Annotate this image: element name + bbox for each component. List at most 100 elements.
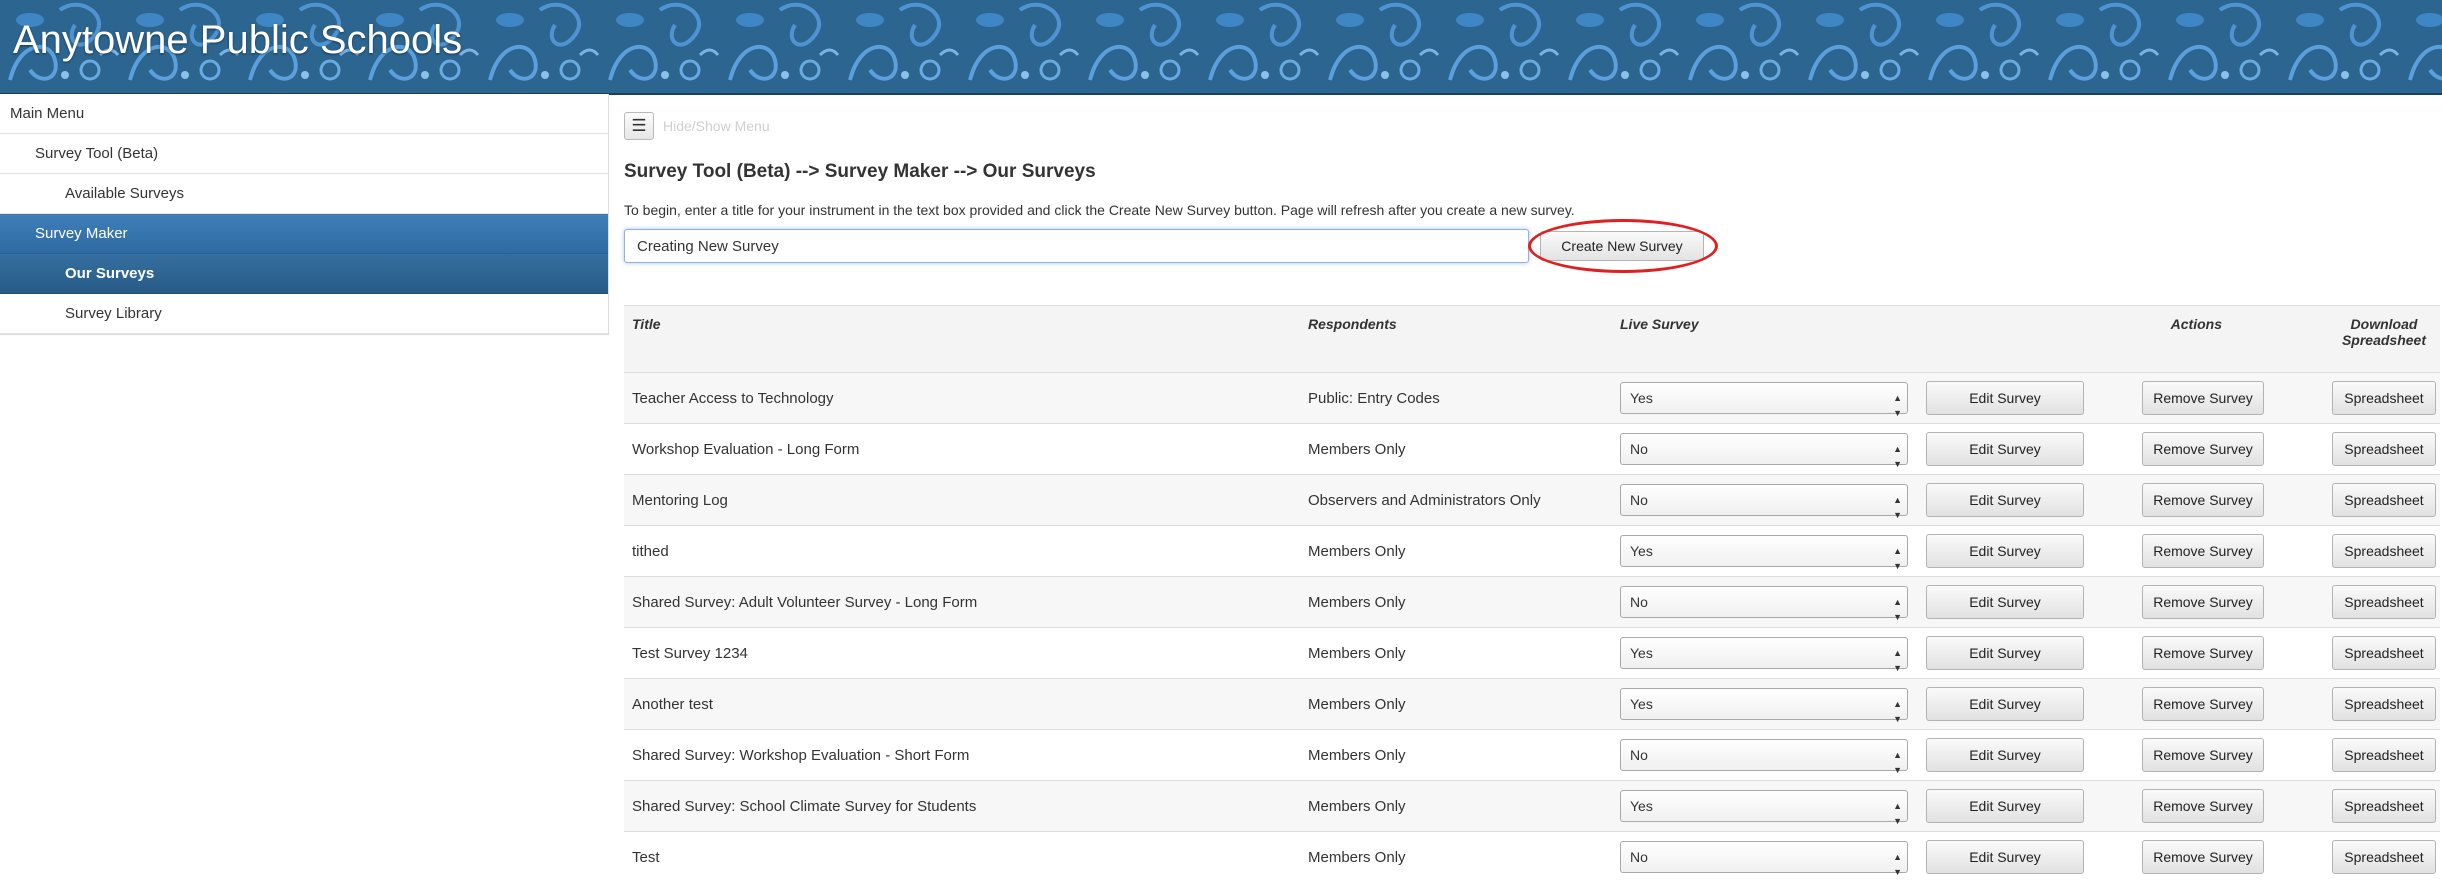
live-survey-select[interactable]: Yes ▲ ▼ [1620,688,1908,724]
spreadsheet-button[interactable]: Spreadsheet [2332,534,2436,568]
live-survey-cell: No ▲ ▼ [1612,474,1918,526]
respondents-cell: Members Only [1300,678,1612,730]
respondents-cell: Members Only [1300,831,1612,883]
respondents-cell: Members Only [1300,576,1612,628]
survey-title-cell: Shared Survey: Adult Volunteer Survey - … [624,576,1300,628]
table-row: Test Survey 1234 Members Only Yes ▲ ▼ Edit Su… [624,627,2440,679]
select-arrows-icon: ▲ ▼ [1893,852,1902,878]
respondents-cell: Observers and Administrators Only [1300,474,1612,526]
live-survey-select[interactable]: No ▲ ▼ [1620,841,1908,877]
live-survey-value: No [1630,441,1648,457]
survey-title-cell: Mentoring Log [624,474,1300,526]
live-survey-cell: Yes ▲ ▼ [1612,372,1918,424]
spreadsheet-button[interactable]: Spreadsheet [2332,789,2436,823]
sidebar-item-main-menu[interactable]: Main Menu [0,94,608,134]
live-survey-select[interactable]: No ▲ ▼ [1620,433,1908,469]
remove-survey-button[interactable]: Remove Survey [2142,687,2264,721]
live-survey-select[interactable]: Yes ▲ ▼ [1620,535,1908,571]
live-survey-select[interactable]: Yes ▲ ▼ [1620,637,1908,673]
table-row: Shared Survey: School Climate Survey for… [624,780,2440,832]
header-banner: Anytowne Public Schools [0,0,2442,95]
site-title: Anytowne Public Schools [13,18,463,62]
spreadsheet-button[interactable]: Spreadsheet [2332,483,2436,517]
remove-survey-button[interactable]: Remove Survey [2142,738,2264,772]
sidebar-item-available-surveys[interactable]: Available Surveys [0,174,608,214]
live-survey-value: Yes [1630,696,1653,712]
edit-survey-button[interactable]: Edit Survey [1926,789,2084,823]
remove-survey-button[interactable]: Remove Survey [2142,381,2264,415]
sidebar-item-our-surveys[interactable]: Our Surveys [0,254,608,294]
live-survey-cell: Yes ▲ ▼ [1612,780,1918,832]
spreadsheet-button[interactable]: Spreadsheet [2332,432,2436,466]
select-arrows-icon: ▲ ▼ [1893,393,1902,418]
column-header-actions: Actions [2086,305,2230,373]
remove-survey-button[interactable]: Remove Survey [2142,840,2264,875]
live-survey-value: No [1630,594,1648,610]
live-survey-select[interactable]: No ▲ ▼ [1620,739,1908,775]
remove-survey-button[interactable]: Remove Survey [2142,789,2264,823]
live-survey-select[interactable]: Yes ▲ ▼ [1620,790,1908,826]
live-survey-value: No [1630,492,1648,508]
respondents-cell: Public: Entry Codes [1300,372,1612,424]
survey-title-cell: tithed [624,525,1300,577]
spreadsheet-button[interactable]: Spreadsheet [2332,636,2436,670]
edit-survey-button[interactable]: Edit Survey [1926,381,2084,415]
edit-survey-button[interactable]: Edit Survey [1926,636,2084,670]
remove-survey-button[interactable]: Remove Survey [2142,534,2264,568]
live-survey-cell: Yes ▲ ▼ [1612,678,1918,730]
respondents-cell: Members Only [1300,729,1612,781]
edit-survey-button[interactable]: Edit Survey [1926,585,2084,619]
table-row: Another test Members Only Yes ▲ ▼ Edit Survey… [624,678,2440,730]
respondents-cell: Members Only [1300,525,1612,577]
table-row: Teacher Access to Technology Public: Entr… [624,372,2440,424]
table-row: Shared Survey: Adult Volunteer Survey - … [624,576,2440,628]
spreadsheet-button[interactable]: Spreadsheet [2332,840,2436,875]
remove-survey-button[interactable]: Remove Survey [2142,585,2264,619]
column-header-title: Title [624,305,1300,373]
survey-title-cell: Shared Survey: School Climate Survey for… [624,780,1300,832]
edit-survey-button[interactable]: Edit Survey [1926,687,2084,721]
live-survey-select[interactable]: Yes ▲ ▼ [1620,382,1908,418]
edit-survey-button[interactable]: Edit Survey [1926,738,2084,772]
remove-survey-button[interactable]: Remove Survey [2142,636,2264,670]
live-survey-value: Yes [1630,390,1653,406]
menu-toggle-button[interactable]: ☰ [624,112,654,140]
select-arrows-icon: ▲ ▼ [1893,597,1902,622]
spreadsheet-button[interactable]: Spreadsheet [2332,585,2436,619]
survey-title-cell: Shared Survey: Workshop Evaluation - Sho… [624,729,1300,781]
select-arrows-icon: ▲ ▼ [1893,801,1902,826]
survey-title-cell: Test Survey 1234 [624,627,1300,679]
select-arrows-icon: ▲ ▼ [1893,750,1902,775]
select-arrows-icon: ▲ ▼ [1893,699,1902,724]
sidebar-item-survey-library[interactable]: Survey Library [0,294,608,334]
table-header-row: Title Respondents Live Survey Actions Do… [624,305,2440,373]
live-survey-select[interactable]: No ▲ ▼ [1620,484,1908,520]
edit-survey-button[interactable]: Edit Survey [1926,483,2084,517]
column-header-live: Live Survey [1612,305,1918,373]
remove-survey-button[interactable]: Remove Survey [2142,483,2264,517]
respondents-cell: Members Only [1300,780,1612,832]
remove-survey-button[interactable]: Remove Survey [2142,432,2264,466]
live-survey-cell: No ▲ ▼ [1612,576,1918,628]
live-survey-value: Yes [1630,543,1653,559]
sidebar-item-survey-tool-beta[interactable]: Survey Tool (Beta) [0,134,608,174]
live-survey-select[interactable]: No ▲ ▼ [1620,586,1908,622]
survey-title-input[interactable] [624,229,1529,263]
respondents-cell: Members Only [1300,627,1612,679]
live-survey-cell: No ▲ ▼ [1612,423,1918,475]
spreadsheet-button[interactable]: Spreadsheet [2332,738,2436,772]
sidebar-item-survey-maker[interactable]: Survey Maker [0,214,608,254]
select-arrows-icon: ▲ ▼ [1893,495,1902,520]
live-survey-cell: No ▲ ▼ [1612,729,1918,781]
live-survey-value: No [1630,849,1648,866]
instructions-text: To begin, enter a title for your instrum… [624,202,1575,218]
spreadsheet-button[interactable]: Spreadsheet [2332,381,2436,415]
edit-survey-button[interactable]: Edit Survey [1926,432,2084,466]
respondents-cell: Members Only [1300,423,1612,475]
edit-survey-button[interactable]: Edit Survey [1926,534,2084,568]
spreadsheet-button[interactable]: Spreadsheet [2332,687,2436,721]
menu-toggle-label[interactable]: Hide/Show Menu [663,118,770,134]
edit-survey-button[interactable]: Edit Survey [1926,840,2084,875]
create-new-survey-button[interactable]: Create New Survey [1540,231,1704,261]
table-row: Test Members Only No ▲ ▼ Edit Survey Remove Su… [624,831,2440,883]
